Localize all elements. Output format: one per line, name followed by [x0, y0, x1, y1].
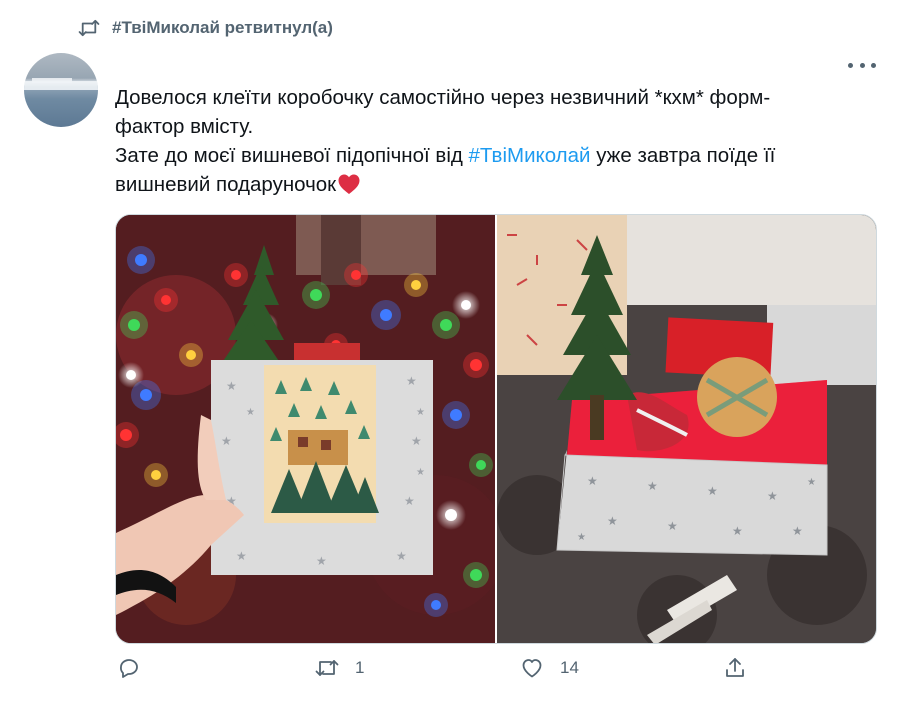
svg-text:★: ★ [316, 554, 327, 568]
more-dots-icon[interactable] [848, 56, 876, 74]
red-heart-emoji-icon [338, 174, 360, 194]
retweet-count: 1 [355, 658, 365, 677]
reply-icon [120, 659, 138, 678]
svg-text:★: ★ [792, 524, 803, 538]
tweet-text-line-4: вишневий подаруночок [115, 170, 875, 199]
like-count: 14 [560, 658, 579, 677]
tweet-text-segment: вишневий подаруночок [115, 173, 337, 196]
share-button[interactable] [723, 656, 763, 680]
svg-text:★: ★ [416, 407, 425, 418]
svg-text:★: ★ [587, 474, 598, 488]
media-grid[interactable]: ★ ★ ★ ★ ★ ★ ★ ★ ★ ★ ★ ★ ★ ★ ★ ★ ★ ★ ★ ★ … [115, 214, 877, 644]
photo-left-illustration: ★ ★ ★ ★ ★ ★ ★ ★ ★★ ★★ [116, 215, 495, 643]
tweet-text-line-1: Довелося клеїти коробочку самостійно чер… [115, 86, 771, 109]
reply-button[interactable] [117, 656, 157, 680]
svg-text:★: ★ [411, 434, 422, 448]
svg-text:★: ★ [404, 494, 415, 508]
retweet-context[interactable]: #ТвіМиколай ретвитнул(а) [78, 18, 333, 38]
svg-text:★: ★ [221, 434, 232, 448]
hashtag-link[interactable]: #ТвіМиколай [469, 144, 591, 167]
tweet-text-segment: уже завтра поїде її [590, 144, 776, 167]
retweet-icon [315, 660, 339, 676]
retweet-context-text[interactable]: #ТвіМиколай ретвитнул(а) [112, 18, 333, 38]
tweet-card[interactable]: #ТвіМиколай ретвитнул(а) Довелося клеїти… [0, 0, 900, 702]
svg-text:★: ★ [416, 467, 425, 478]
like-button[interactable]: 14 [520, 656, 579, 680]
avatar[interactable] [24, 53, 98, 127]
share-icon [726, 658, 744, 677]
svg-text:★: ★ [807, 477, 816, 488]
svg-text:★: ★ [707, 484, 718, 498]
svg-text:★: ★ [396, 549, 407, 563]
svg-text:★: ★ [226, 379, 237, 393]
svg-text:★: ★ [647, 479, 658, 493]
gift-card-with-fir-photo[interactable]: ★ ★ ★ ★ ★ ★ ★ ★ ★ ★ ★ ★ [116, 215, 495, 643]
tweet-text: Довелося клеїти коробочку самостійно чер… [115, 83, 875, 199]
retweet-button[interactable]: 1 [315, 656, 364, 680]
heart-outline-icon [522, 659, 542, 678]
tweet-text-line-2: фактор вмісту. [115, 115, 254, 138]
svg-text:★: ★ [767, 489, 778, 503]
svg-text:★: ★ [246, 407, 255, 418]
retweet-icon [78, 19, 100, 37]
gift-box-with-fir-photo[interactable]: ★ ★ ★ ★ ★ ★ ★ ★ ★ ★ [497, 215, 876, 643]
svg-text:★: ★ [236, 549, 247, 563]
tweet-text-line-3: Зате до моєї вишневої підопічної від #Тв… [115, 141, 875, 170]
tweet-actions: 1 14 [115, 656, 755, 692]
svg-text:★: ★ [667, 519, 678, 533]
photo-right-illustration: ★ ★ ★ ★ ★ ★ ★ ★ ★ ★ [497, 215, 876, 643]
svg-text:★: ★ [732, 524, 743, 538]
svg-text:★: ★ [607, 514, 618, 528]
svg-text:★: ★ [406, 374, 417, 388]
tweet-text-segment: Зате до моєї вишневої підопічної від [115, 144, 469, 167]
svg-text:★: ★ [577, 532, 586, 543]
